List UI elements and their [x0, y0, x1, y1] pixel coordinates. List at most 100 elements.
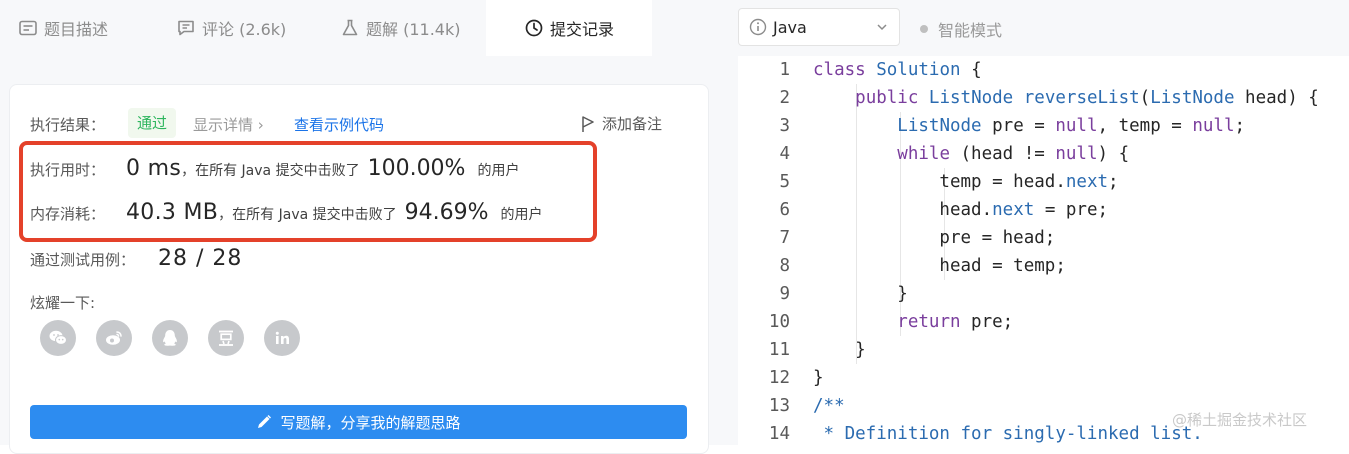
line-number: 2	[779, 88, 790, 108]
code-text: while (head != null) {	[897, 144, 1130, 164]
memory-label: 内存消耗：	[30, 205, 106, 223]
tab-submissions-label: 提交记录	[549, 20, 614, 39]
test-cases-value: 28 / 28	[158, 246, 243, 271]
line-number: 4	[779, 144, 790, 164]
code-line: 11 }	[738, 336, 1349, 364]
details-link[interactable]: 显示详情 ›	[193, 114, 264, 135]
code-line: 3 ListNode pre = null, temp = null;	[738, 112, 1349, 140]
pencil-icon	[258, 415, 272, 428]
code-text: return pre;	[897, 312, 1014, 332]
memory-percent: 94.69%	[404, 200, 489, 225]
runtime-row: 执行用时： 0 ms ，在所有 Java 提交中击败了 100.00% 的用户	[30, 156, 519, 181]
weibo-icon	[106, 331, 122, 345]
line-number: 1	[779, 60, 790, 80]
smart-mode-toggle[interactable]: 智能模式	[920, 17, 1002, 41]
line-number: 12	[768, 368, 790, 388]
flag-icon	[582, 115, 594, 132]
line-number: 14	[768, 424, 790, 444]
code-line: 7 pre = head;	[738, 224, 1349, 252]
smart-mode-label: 智能模式	[938, 21, 1003, 40]
code-editor-panel: Java 智能模式 1 class Solution { 2 public List…	[738, 0, 1349, 445]
code-text: /**	[813, 396, 845, 416]
wechat-icon	[49, 330, 67, 345]
memory-value: 40.3 MB	[126, 200, 219, 225]
code-line: 2 public ListNode reverseList(ListNode h…	[738, 84, 1349, 112]
code-line: 5 temp = head.next;	[738, 168, 1349, 196]
sample-code-link[interactable]: 查看示例代码	[294, 114, 384, 135]
flask-icon	[342, 19, 358, 36]
tab-submissions[interactable]: 提交记录	[486, 0, 652, 56]
chevron-down-icon	[877, 24, 887, 31]
tab-comments-label: 评论 (2.6k)	[202, 20, 287, 39]
code-text: temp = head.next;	[813, 172, 1119, 192]
test-cases-row: 通过测试用例： 28 / 28	[30, 246, 242, 271]
memory-row: 内存消耗： 40.3 MB ，在所有 Java 提交中击败了 94.69% 的用…	[30, 200, 543, 225]
code-text: }	[813, 284, 908, 304]
share-wechat-button[interactable]	[40, 320, 76, 356]
write-solution-label: 写题解，分享我的解题思路	[280, 413, 461, 432]
line-number: 6	[779, 200, 790, 220]
code-line: 4 while (head != null) {	[738, 140, 1349, 168]
share-weibo-button[interactable]	[96, 320, 132, 356]
line-number: 9	[779, 284, 790, 304]
tab-bar: 题目描述 评论 (2.6k) 题解 (11.4k) 提交记录	[0, 0, 722, 56]
code-text: public ListNode reverseList(ListNode hea…	[855, 88, 1319, 108]
code-text: }	[813, 368, 824, 388]
code-line: 6 head.next = pre;	[738, 196, 1349, 224]
runtime-label: 执行用时：	[30, 161, 106, 179]
code-text: head = temp;	[813, 256, 1066, 276]
language-value: Java	[773, 17, 807, 37]
code-text: class Solution {	[813, 60, 982, 80]
write-solution-button[interactable]: 写题解，分享我的解题思路	[30, 405, 687, 439]
watermark: @稀土掘金技术社区	[1172, 411, 1308, 429]
code-text: ListNode pre = null, temp = null;	[897, 116, 1246, 136]
add-note-label: 添加备注	[602, 115, 663, 133]
line-number: 10	[768, 312, 790, 332]
code-text: pre = head;	[813, 228, 1056, 248]
tab-description-label: 题目描述	[44, 20, 109, 39]
code-line: 9 }	[738, 280, 1349, 308]
share-qq-button[interactable]	[152, 320, 188, 356]
runtime-value: 0 ms	[126, 156, 182, 181]
line-number: 8	[779, 256, 790, 276]
line-number: 5	[779, 172, 790, 192]
runtime-text: ，在所有 Java 提交中击败了	[181, 163, 360, 179]
tab-solutions[interactable]: 题解 (11.4k)	[340, 0, 460, 56]
pane-divider[interactable]	[722, 0, 738, 445]
line-number: 3	[779, 116, 790, 136]
tab-comments[interactable]: 评论 (2.6k)	[176, 0, 286, 56]
code-text: }	[813, 340, 866, 360]
comment-icon	[178, 20, 194, 36]
douban-icon	[219, 330, 233, 346]
line-number: 7	[779, 228, 790, 248]
linkedin-icon	[275, 331, 289, 344]
clock-icon	[525, 19, 543, 37]
code-line: 8 head = temp;	[738, 252, 1349, 280]
code-area[interactable]: 1 class Solution { 2 public ListNode rever…	[738, 56, 1349, 445]
language-select[interactable]: Java	[738, 8, 900, 46]
add-note-button[interactable]: 添加备注	[580, 113, 662, 134]
result-label: 执行结果：	[30, 116, 106, 134]
tab-solutions-label: 题解 (11.4k)	[366, 20, 461, 39]
share-linkedin-button[interactable]	[264, 320, 300, 356]
smart-mode-dot	[920, 25, 928, 33]
info-icon	[749, 18, 767, 36]
code-line: 1 class Solution {	[738, 56, 1349, 84]
editor-toolbar: Java 智能模式	[738, 0, 1349, 56]
status-badge: 通过	[128, 108, 177, 138]
share-label: 炫耀一下:	[30, 294, 96, 312]
description-icon	[19, 20, 37, 36]
line-number: 13	[768, 396, 790, 416]
test-cases-label: 通过测试用例：	[30, 251, 136, 269]
code-line: 10 return pre;	[738, 308, 1349, 336]
runtime-suffix: 的用户	[477, 163, 520, 179]
code-line: 12}	[738, 364, 1349, 392]
code-text: * Definition for singly-linked list.	[813, 424, 1203, 444]
tab-description[interactable]: 题目描述	[18, 0, 108, 56]
runtime-percent: 100.00%	[367, 156, 466, 181]
memory-suffix: 的用户	[500, 207, 543, 223]
line-number: 11	[768, 340, 790, 360]
qq-icon	[163, 330, 177, 346]
share-douban-button[interactable]	[208, 320, 244, 356]
memory-text: ，在所有 Java 提交中击败了	[218, 207, 397, 223]
